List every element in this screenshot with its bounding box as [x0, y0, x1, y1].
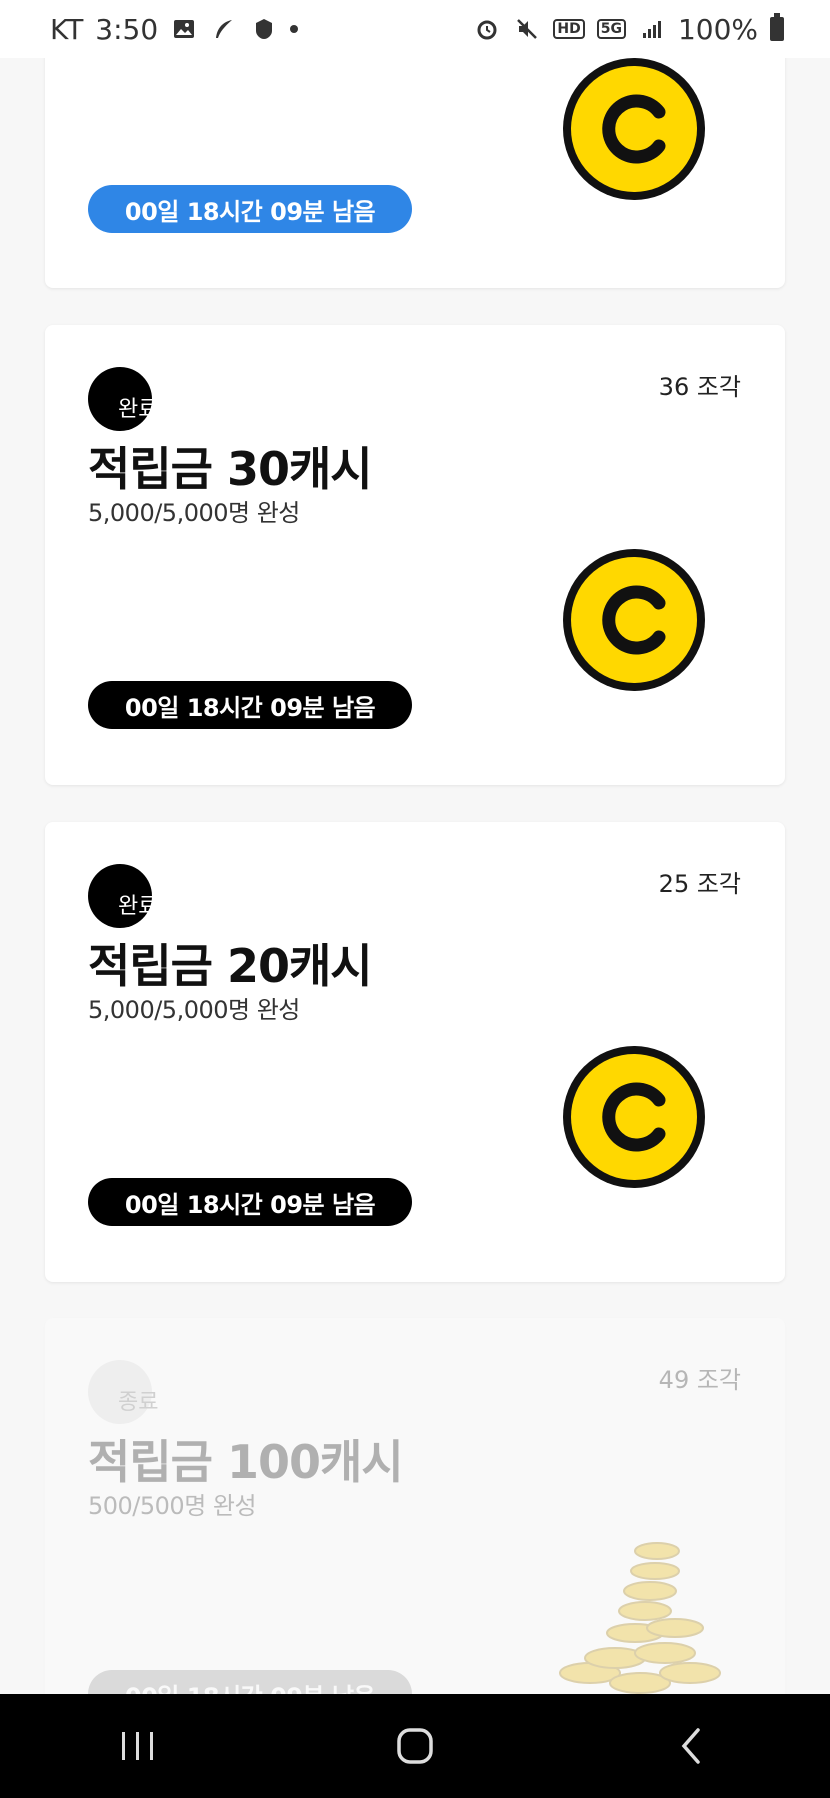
- mute-icon: [513, 15, 541, 43]
- recent-apps-icon: [122, 1732, 154, 1760]
- completion-count: 500/500명 완성: [88, 1492, 257, 1520]
- status-bar-left: KT 3:50: [50, 12, 299, 46]
- completion-count: 5,000/5,000명 완성: [88, 996, 300, 1024]
- pieces-count: 36 조각: [658, 373, 741, 401]
- app-notification-icon: [250, 15, 278, 43]
- time-remaining-pill: 00일 18시간 09분 남음: [88, 1178, 412, 1226]
- more-notifications-dot: [290, 25, 299, 33]
- battery-percent: 100%: [677, 12, 758, 46]
- system-navigation-bar: [0, 1694, 830, 1798]
- home-button[interactable]: [370, 1706, 460, 1786]
- status-bar: KT 3:50 HD 5G 100%: [0, 0, 830, 58]
- status-badge-label: 종료: [118, 1390, 159, 1415]
- status-badge: 완료: [88, 367, 178, 433]
- reward-title: 적립금 30캐시: [88, 442, 373, 496]
- gallery-icon: [170, 15, 198, 43]
- feather-icon: [210, 15, 238, 43]
- battery-icon: [770, 13, 784, 41]
- coin-icon: [563, 58, 705, 200]
- status-bar-right: HD 5G 100%: [473, 13, 784, 46]
- time-remaining-pill: 00일 18시간 09분 남음: [88, 185, 412, 233]
- time-remaining-pill: 00일 18시간 09분 남음: [88, 681, 412, 729]
- network-5g-badge: 5G: [596, 19, 626, 39]
- back-button[interactable]: [647, 1706, 737, 1786]
- reward-title: 적립금 100캐시: [88, 1435, 404, 1489]
- recent-apps-button[interactable]: [93, 1706, 183, 1786]
- coin-icon: [563, 549, 705, 691]
- coin-pile-icon: [559, 1542, 721, 1694]
- pieces-count: 49 조각: [658, 1366, 741, 1394]
- reward-card-1[interactable]: 00일 18시간 09분 남음: [45, 20, 785, 288]
- completion-count: 5,000/5,000명 완성: [88, 499, 300, 527]
- status-badge: 종료: [88, 1360, 178, 1426]
- status-badge-label: 완료: [118, 894, 159, 919]
- status-badge-label: 완료: [118, 397, 159, 422]
- hd-badge: HD: [553, 19, 585, 39]
- reward-card-2[interactable]: 완료 36 조각 적립금 30캐시 5,000/5,000명 완성 00일 18…: [45, 325, 785, 785]
- reward-title: 적립금 20캐시: [88, 939, 373, 993]
- reward-card-3[interactable]: 완료 25 조각 적립금 20캐시 5,000/5,000명 완성 00일 18…: [45, 822, 785, 1282]
- clock: 3:50: [95, 12, 159, 46]
- carrier-label: KT: [50, 12, 84, 46]
- back-icon: [681, 1728, 700, 1764]
- coin-icon: [563, 1046, 705, 1188]
- signal-icon: [638, 15, 666, 43]
- status-badge: 완료: [88, 864, 178, 930]
- home-icon: [397, 1728, 433, 1764]
- pieces-count: 25 조각: [658, 870, 741, 898]
- alarm-icon: [473, 15, 501, 43]
